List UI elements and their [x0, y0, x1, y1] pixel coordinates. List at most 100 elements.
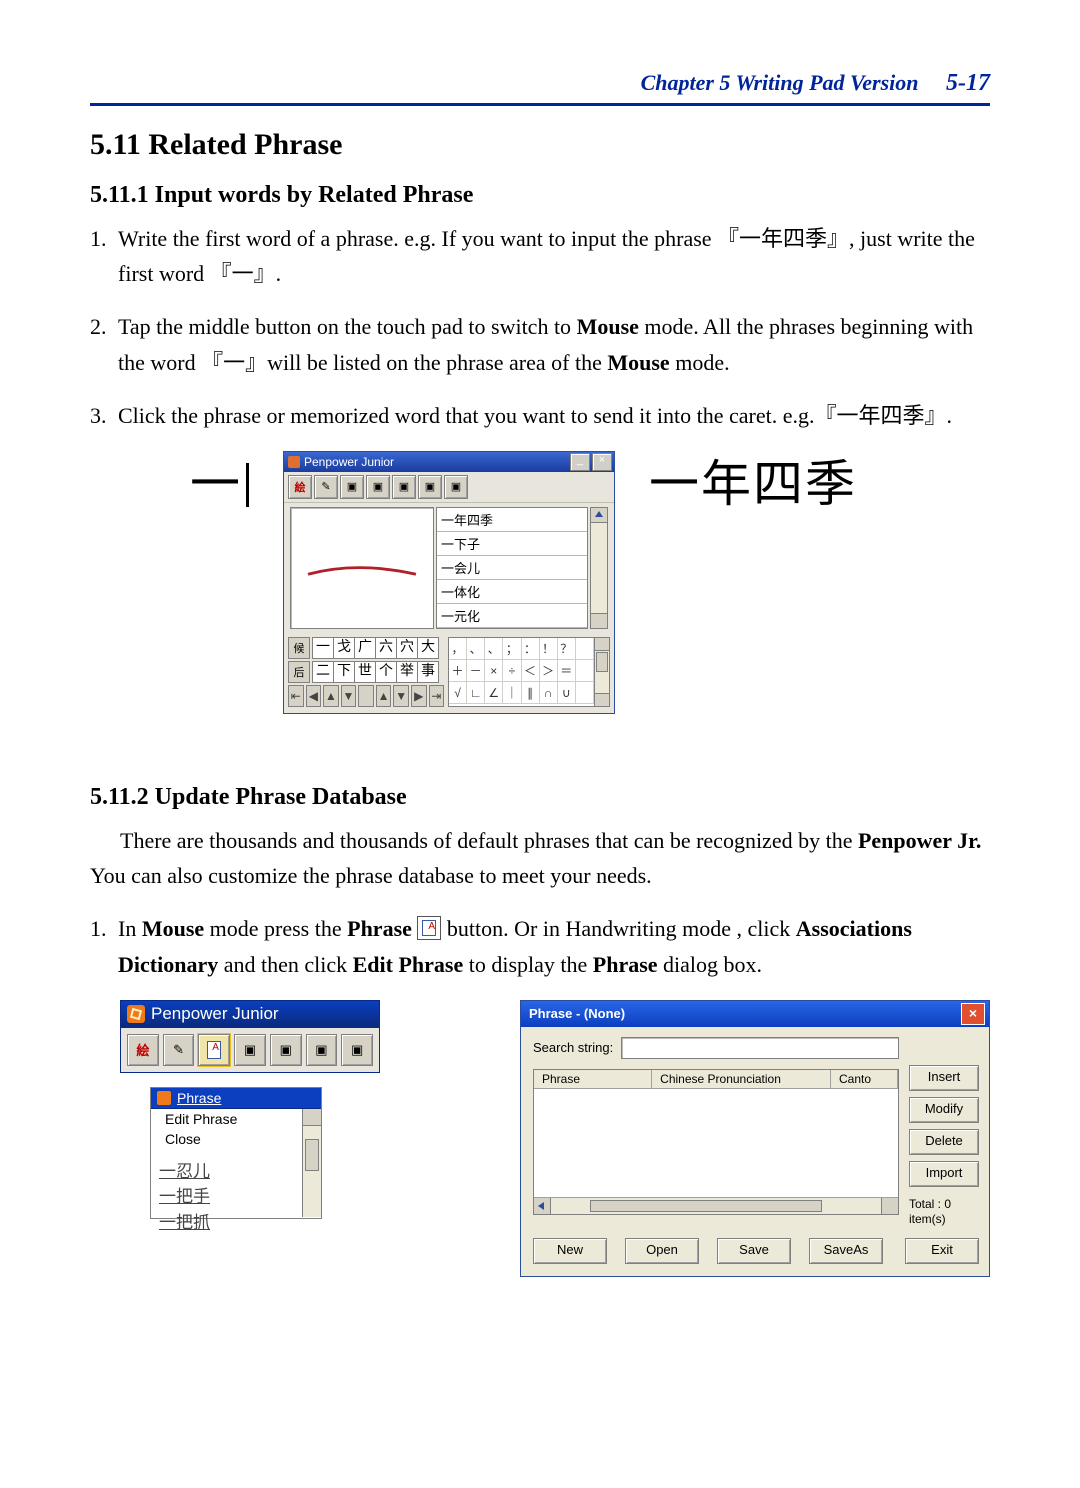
pj-toolbar: 絵 ✎ ▣ ▣ ▣ ▣ [120, 1028, 380, 1073]
nav-last-icon[interactable]: ⇥ [429, 685, 445, 707]
tool-icon-7[interactable]: ▣ [444, 475, 468, 499]
tool-icon-4[interactable]: ▣ [366, 475, 390, 499]
menu-item-edit-phrase[interactable]: Edit Phrase [151, 1109, 321, 1129]
section-title: 5.11 Related Phrase [90, 128, 990, 162]
tool-icon-1[interactable]: 絵 [288, 475, 312, 499]
phrase-item[interactable]: 一体化 [437, 580, 587, 604]
candidate-cell[interactable]: 穴 [397, 637, 418, 659]
pj-tool-phrase[interactable] [198, 1034, 230, 1066]
pj-title-bar: Penpower Junior [120, 1000, 380, 1028]
col-canto[interactable]: Canto [831, 1070, 898, 1088]
ink-result-left: 一 [190, 451, 249, 509]
table-h-scrollbar[interactable] [534, 1197, 898, 1214]
tool-icon-5[interactable]: ▣ [392, 475, 416, 499]
nav-up2-icon[interactable]: ▲ [376, 685, 392, 707]
pj-window-title: Penpower Junior [151, 1004, 279, 1024]
menu-item-close[interactable]: Close [151, 1129, 321, 1149]
save-button[interactable]: Save [717, 1238, 791, 1264]
search-input[interactable] [621, 1037, 899, 1059]
candidate-mode-icon[interactable]: 候 [288, 637, 310, 659]
phrase-scrollbar[interactable] [590, 507, 608, 629]
phrase-menu-header: Phrase [151, 1088, 321, 1109]
subsection-1-title: 5.11.1 Input words by Related Phrase [90, 182, 990, 209]
symbol-block: ，、、；：！？ ＋－×÷＜＞＝ √∟∠｜∥∩∪ [448, 637, 610, 707]
tool-icon-2[interactable]: ✎ [314, 475, 338, 499]
candidate-cell[interactable]: 个 [376, 661, 397, 683]
candidate-cell[interactable]: 二 [312, 661, 334, 683]
phrase-entry[interactable]: 一把抓 [151, 1210, 303, 1236]
sub2-step1-number: 1. [90, 911, 118, 981]
candidate-row-2: 二 下 世 个 举 事 [312, 661, 439, 683]
pj-tool-6[interactable]: ▣ [306, 1034, 338, 1066]
phrase-item[interactable]: 一年四季 [437, 508, 587, 532]
nav-next-icon[interactable]: ▶ [411, 685, 427, 707]
candidate-cell[interactable]: 一 [312, 637, 334, 659]
total-label: Total : 0 item(s) [909, 1193, 979, 1228]
chapter-label: Chapter 5 Writing Pad Version [641, 70, 919, 95]
ink-area[interactable] [290, 507, 434, 629]
nav-up-icon[interactable]: ▲ [323, 685, 339, 707]
title-bar: Penpower Junior _ × [284, 452, 614, 472]
candidate-cell[interactable]: 下 [334, 661, 355, 683]
symbol-scrollbar[interactable] [595, 637, 610, 707]
app-icon [288, 456, 300, 468]
close-button[interactable]: × [592, 453, 612, 471]
dialog-close-button[interactable]: × [961, 1003, 985, 1025]
toolbar: 絵 ✎ ▣ ▣ ▣ ▣ ▣ [284, 472, 614, 503]
pj-tool-7[interactable]: ▣ [341, 1034, 373, 1066]
tool-icon-6[interactable]: ▣ [418, 475, 442, 499]
pj-tool-2[interactable]: ✎ [163, 1034, 195, 1066]
col-pronunciation[interactable]: Chinese Pronunciation [652, 1070, 831, 1088]
nav-prev-icon[interactable]: ◀ [306, 685, 322, 707]
dialog-title: Phrase - (None) [529, 1006, 625, 1021]
saveas-button[interactable]: SaveAs [809, 1238, 883, 1264]
modify-button[interactable]: Modify [909, 1097, 979, 1123]
candidate-cell[interactable]: 举 [397, 661, 418, 683]
nav-down-icon[interactable]: ▼ [341, 685, 357, 707]
phrase-entry[interactable]: 一忍儿 [151, 1159, 303, 1185]
scroll-left-icon [538, 1202, 544, 1210]
candidate-cell[interactable]: 广 [355, 637, 376, 659]
menu-scrollbar[interactable] [302, 1109, 321, 1217]
subsection-1-body: 1. Write the first word of a phrase. e.g… [90, 221, 990, 433]
import-button[interactable]: Import [909, 1161, 979, 1187]
scroll-right-icon [888, 1202, 894, 1210]
figure-row-2: Penpower Junior 絵 ✎ ▣ ▣ ▣ ▣ Phrase Edit … [120, 1000, 990, 1277]
candidate-row-1: 一 戈 广 六 穴 大 [312, 637, 439, 659]
step2-text: Tap the middle button on the touch pad t… [118, 309, 990, 379]
insert-button[interactable]: Insert [909, 1065, 979, 1091]
minimize-button[interactable]: _ [570, 453, 590, 471]
figure-row-1: 一 Penpower Junior _ × 絵 ✎ ▣ ▣ ▣ ▣ [190, 451, 990, 714]
candidate-cell[interactable]: 事 [418, 661, 439, 683]
delete-button[interactable]: Delete [909, 1129, 979, 1155]
exit-button[interactable]: Exit [905, 1238, 979, 1264]
tool-icon-3[interactable]: ▣ [340, 475, 364, 499]
nav-first-icon[interactable]: ⇤ [288, 685, 304, 707]
pj-tool-1[interactable]: 絵 [127, 1034, 159, 1066]
step3-number: 3. [90, 398, 118, 433]
phrase-entry[interactable]: 一把手 [151, 1184, 303, 1210]
phrase-item[interactable]: 一会儿 [437, 556, 587, 580]
candidate-cell[interactable]: 戈 [334, 637, 355, 659]
subsection-2-title: 5.11.2 Update Phrase Database [90, 784, 990, 811]
new-button[interactable]: New [533, 1238, 607, 1264]
candidate-cell[interactable]: 六 [376, 637, 397, 659]
phrase-item[interactable]: 一元化 [437, 604, 587, 628]
candidate-cell[interactable]: 世 [355, 661, 376, 683]
dialog-title-bar: Phrase - (None) × [521, 1001, 989, 1027]
app-icon [157, 1091, 171, 1105]
step3-text: Click the phrase or memorized word that … [118, 398, 990, 433]
nav-down2-icon[interactable]: ▼ [393, 685, 409, 707]
open-button[interactable]: Open [625, 1238, 699, 1264]
phrase-item[interactable]: 一元论 [437, 628, 587, 629]
phrase-item[interactable]: 一下子 [437, 532, 587, 556]
pj-tool-5[interactable]: ▣ [270, 1034, 302, 1066]
penpower-junior-window: Penpower Junior 絵 ✎ ▣ ▣ ▣ ▣ Phrase Edit … [120, 1000, 380, 1219]
candidate-mode-icon[interactable]: 后 [288, 661, 310, 683]
candidate-cell[interactable]: 大 [418, 637, 439, 659]
nav-arrow-row: ⇤ ◀ ▲ ▼ ▲ ▼ ▶ ⇥ [288, 685, 444, 707]
running-header: Chapter 5 Writing Pad Version 5-17 [90, 70, 990, 106]
col-phrase[interactable]: Phrase [534, 1070, 652, 1088]
phrase-dialog: Phrase - (None) × Search string: Phrase … [520, 1000, 990, 1277]
pj-tool-4[interactable]: ▣ [234, 1034, 266, 1066]
